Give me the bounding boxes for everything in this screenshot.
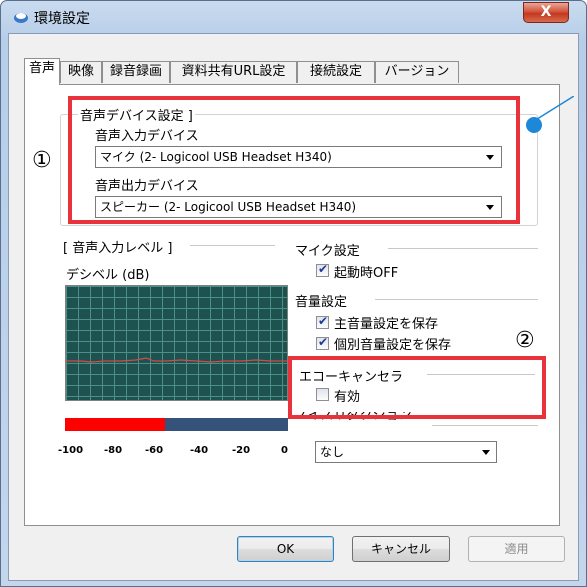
window-title: 環境設定 <box>34 11 90 27</box>
noise-reduction-select[interactable]: なし <box>315 441 497 463</box>
tab-version[interactable]: バージョン <box>375 61 459 83</box>
chevron-down-icon <box>482 450 490 455</box>
annotation-number-1: ① <box>32 148 52 173</box>
highlight-box-device <box>68 96 520 224</box>
tab-audio[interactable]: 音声 <box>24 58 60 85</box>
apply-button[interactable]: 適用 <box>468 536 565 562</box>
tab-share-url[interactable]: 資料共有URL設定 <box>170 61 297 83</box>
app-icon <box>13 9 29 25</box>
echo-canceller-enable-label[interactable]: 有効 <box>334 386 360 405</box>
title-bar[interactable]: 環境設定 <box>0 0 587 34</box>
annotation-number-2: ② <box>515 328 535 353</box>
level-meter-graph <box>65 285 288 401</box>
group-divider <box>190 245 275 246</box>
group-divider <box>375 299 538 300</box>
tab-video[interactable]: 映像 <box>60 61 102 83</box>
group-divider <box>388 248 538 249</box>
input-level-fill <box>65 418 166 431</box>
save-individual-volume-checkbox[interactable] <box>316 335 329 350</box>
save-master-volume-checkbox[interactable] <box>316 314 329 329</box>
decibel-label: デシベル (dB) <box>66 268 150 283</box>
group-divider <box>427 374 535 375</box>
startup-off-label[interactable]: 起動時OFF <box>334 262 398 281</box>
ok-button[interactable]: OK <box>237 536 334 562</box>
tick-label: -60 <box>145 445 164 456</box>
tick-label: -40 <box>190 445 209 456</box>
volume-settings-label: 音量設定 <box>295 295 348 310</box>
tick-label: -100 <box>58 445 84 456</box>
save-master-volume-label[interactable]: 主音量設定を保存 <box>334 313 438 332</box>
echo-canceller-enable-checkbox[interactable] <box>316 388 329 401</box>
tick-label: -20 <box>232 445 251 456</box>
tick-label: -80 <box>104 445 123 456</box>
mic-settings-label: マイク設定 <box>295 244 360 259</box>
tab-recording[interactable]: 録音録画 <box>102 61 170 83</box>
callout-line <box>534 96 574 122</box>
close-button[interactable]: X <box>523 2 569 23</box>
echo-canceller-label: エコーキャンセラ <box>299 370 404 385</box>
input-level-bar <box>65 418 288 431</box>
cancel-button[interactable]: キャンセル <box>352 536 450 562</box>
input-level-label: [ 音声入力レベル ] <box>63 241 173 256</box>
tick-label: 0 <box>281 445 288 456</box>
save-individual-volume-label[interactable]: 個別音量設定を保存 <box>334 334 451 353</box>
group-divider <box>432 425 538 426</box>
tab-connection[interactable]: 接続設定 <box>297 61 375 83</box>
startup-off-checkbox[interactable] <box>316 262 329 277</box>
